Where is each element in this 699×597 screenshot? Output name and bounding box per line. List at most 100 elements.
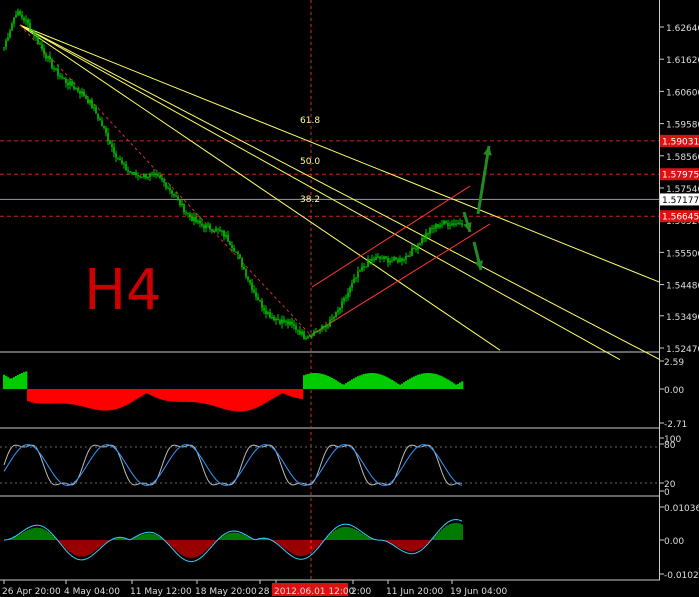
candle-body bbox=[63, 77, 65, 79]
histogram-bar bbox=[41, 389, 44, 404]
histogram-bar bbox=[391, 379, 394, 389]
candle-body bbox=[269, 312, 271, 318]
histogram-bar bbox=[7, 377, 10, 389]
histogram-bar bbox=[443, 377, 446, 389]
candle-body bbox=[443, 221, 445, 225]
histogram-bar bbox=[55, 389, 58, 404]
histogram-bar bbox=[259, 389, 262, 406]
candle-body bbox=[335, 311, 337, 318]
histogram-bar bbox=[159, 389, 162, 400]
candle-body bbox=[235, 251, 237, 253]
histogram-bar bbox=[295, 389, 298, 398]
histogram-bar bbox=[103, 389, 106, 411]
candle-body bbox=[167, 187, 169, 189]
histogram-bar bbox=[193, 389, 196, 403]
histogram-bar bbox=[427, 373, 430, 389]
candle-body bbox=[93, 107, 95, 109]
histogram-bar bbox=[243, 389, 246, 412]
candle-body bbox=[159, 175, 161, 178]
histogram-bar bbox=[363, 374, 366, 389]
candle-body bbox=[103, 125, 105, 129]
time-tick-label: 4 May 04:00 bbox=[64, 587, 120, 597]
histogram-bar bbox=[151, 389, 154, 396]
candle-body bbox=[271, 316, 273, 318]
candle-body bbox=[451, 223, 453, 226]
candle-body bbox=[49, 56, 51, 60]
candle-body bbox=[233, 247, 235, 252]
candle-body bbox=[161, 177, 163, 181]
histogram-bar bbox=[169, 389, 172, 402]
histogram-bar bbox=[367, 373, 370, 389]
candle-body bbox=[143, 173, 145, 178]
candle-body bbox=[285, 321, 287, 323]
histogram-bar bbox=[131, 389, 134, 402]
candle-body bbox=[363, 266, 365, 268]
indicator-tick-label: 0.00 bbox=[664, 386, 684, 396]
candle-body bbox=[187, 212, 189, 214]
candle-body bbox=[301, 331, 303, 335]
fibonacci-label: 50.0 bbox=[300, 157, 320, 167]
candle-body bbox=[303, 331, 305, 340]
arrow-shaft bbox=[476, 145, 491, 215]
candle-body bbox=[151, 173, 153, 175]
histogram-bar bbox=[225, 389, 228, 410]
candle-body bbox=[59, 75, 61, 77]
histogram-bar bbox=[381, 374, 384, 389]
candle-body bbox=[17, 11, 19, 16]
histogram-bar bbox=[303, 375, 306, 389]
candle-body bbox=[191, 216, 193, 222]
candle-body bbox=[173, 193, 175, 196]
histogram-bar bbox=[221, 389, 224, 409]
fibonacci-labels: 61.8 50.0 38.2 bbox=[300, 116, 320, 205]
candle-body bbox=[267, 312, 269, 314]
histogram-bar bbox=[37, 389, 40, 404]
histogram-bar bbox=[129, 389, 132, 404]
candle-body bbox=[175, 195, 177, 197]
histogram-bar bbox=[27, 389, 30, 402]
candle-body bbox=[9, 30, 11, 38]
candle-body bbox=[401, 258, 403, 261]
histogram-bar bbox=[113, 389, 116, 410]
histogram-bar bbox=[61, 389, 64, 404]
candle-body bbox=[421, 238, 423, 244]
histogram-bar bbox=[25, 371, 28, 389]
candle-body bbox=[47, 56, 49, 59]
candle-body bbox=[97, 113, 99, 119]
candle-body bbox=[299, 330, 301, 335]
histogram-bar bbox=[271, 389, 274, 400]
candle-body bbox=[327, 326, 329, 328]
time-tick-label: 26 Apr 20:00 bbox=[2, 587, 61, 597]
candle-body bbox=[445, 221, 447, 223]
candle-body bbox=[333, 317, 335, 319]
histogram-bar bbox=[301, 389, 304, 400]
histogram-bar bbox=[139, 389, 142, 397]
chart-canvas[interactable]: 61.8 50.0 38.2 H4 1.62640 1.61620 1.60600 1.5… bbox=[0, 0, 699, 597]
candle-body bbox=[209, 224, 211, 230]
time-tick-label: 19 Jun 04:00 bbox=[450, 587, 507, 597]
candle-body bbox=[247, 276, 249, 280]
histogram-bar bbox=[125, 389, 128, 406]
candle-body bbox=[317, 331, 319, 333]
candle-body bbox=[345, 297, 347, 299]
candle-body bbox=[429, 228, 431, 234]
histogram-bar bbox=[289, 389, 292, 397]
candle-body bbox=[309, 334, 311, 337]
price-axis: 1.626401.616201.606001.595801.585601.575… bbox=[659, 24, 699, 355]
histogram-bar bbox=[327, 375, 330, 389]
histogram-bar bbox=[297, 389, 300, 399]
histogram-bar bbox=[281, 389, 284, 394]
histogram-bar bbox=[157, 389, 160, 399]
candle-body bbox=[19, 11, 21, 15]
candle-body bbox=[321, 326, 323, 330]
candle-body bbox=[199, 220, 201, 224]
histogram-bar bbox=[111, 389, 114, 411]
indicator-pane-1 bbox=[3, 371, 464, 412]
indicator-tick-label: 2.59 bbox=[664, 358, 684, 368]
candle-body bbox=[365, 266, 367, 268]
histogram-bar bbox=[145, 389, 148, 394]
candle-body bbox=[73, 86, 75, 89]
candle-body bbox=[67, 82, 69, 86]
histogram-bar bbox=[437, 374, 440, 389]
histogram-bar bbox=[207, 389, 210, 405]
histogram-bar bbox=[73, 389, 76, 405]
